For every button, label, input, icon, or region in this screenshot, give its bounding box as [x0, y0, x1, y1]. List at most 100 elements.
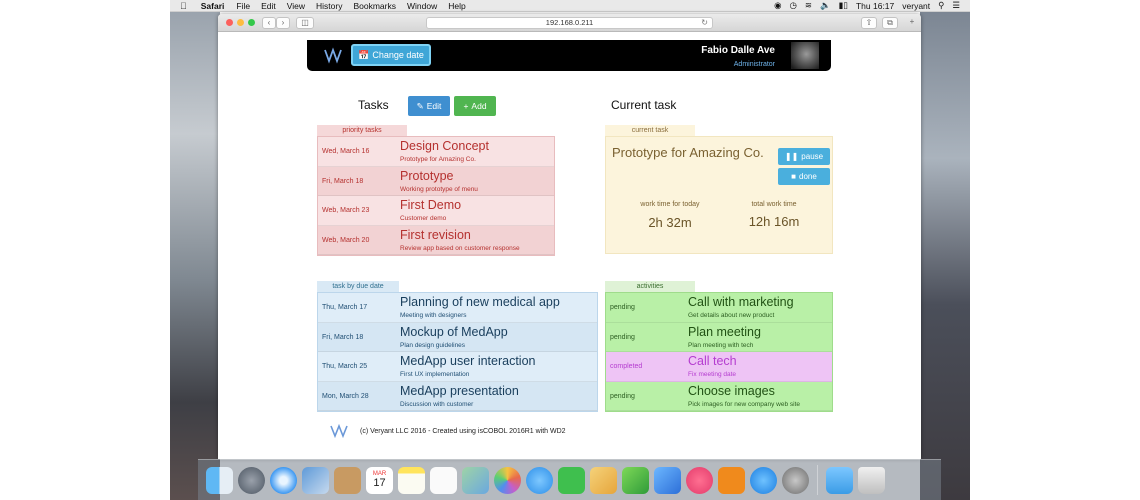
- downloads-folder-icon[interactable]: [826, 466, 853, 494]
- dock-separator: [817, 465, 818, 495]
- notes-icon[interactable]: [398, 466, 425, 494]
- task-date: Thu, March 17: [322, 304, 368, 311]
- task-title: Prototype: [400, 168, 454, 183]
- pages-icon[interactable]: [590, 466, 617, 494]
- task-date: Web, March 23: [322, 207, 370, 214]
- ibooks-icon[interactable]: [718, 466, 745, 494]
- finder-icon[interactable]: [206, 466, 233, 494]
- priority-task-row[interactable]: Fri, March 18 Prototype Working prototyp…: [318, 166, 554, 196]
- calendar-icon[interactable]: MAR 17: [366, 466, 393, 494]
- pause-button[interactable]: ❚❚ pause: [778, 148, 830, 165]
- zoom-window-button[interactable]: [248, 19, 255, 26]
- menu-app-name[interactable]: Safari: [201, 1, 225, 11]
- calendar-day: 17: [373, 477, 386, 489]
- maps-icon[interactable]: [462, 466, 489, 494]
- macos-dock: MAR 17: [198, 459, 941, 500]
- close-window-button[interactable]: [226, 19, 233, 26]
- menu-file[interactable]: File: [236, 1, 250, 11]
- app-store-icon[interactable]: [750, 466, 777, 494]
- task-title: MedApp presentation: [400, 383, 519, 398]
- clock-icon[interactable]: ◷: [789, 0, 796, 11]
- activity-row[interactable]: pending Call with marketing Get details …: [606, 293, 832, 323]
- reload-icon[interactable]: ↻: [701, 18, 708, 28]
- safari-window: ‹ › ◫ 192.168.0.211 ↻ ⇧ ⧉ + 📅 Change dat…: [218, 14, 921, 459]
- user-role: Administrator: [733, 61, 775, 68]
- avatar[interactable]: [791, 42, 819, 69]
- menubar-clock[interactable]: Thu 16:17: [856, 1, 894, 11]
- calendar-icon: 📅: [358, 49, 370, 60]
- tab-task-by-due-date[interactable]: task by due date: [317, 281, 399, 292]
- screen-record-icon[interactable]: ◉: [774, 0, 781, 11]
- task-date: Fri, March 18: [322, 333, 364, 341]
- apple-menu-icon[interactable]: : [180, 1, 187, 11]
- task-description: First UX implementation: [400, 371, 470, 378]
- menu-edit[interactable]: Edit: [261, 1, 276, 11]
- web-page: 📅 Change date Fabio Dalle Ave Administra…: [218, 32, 921, 459]
- share-button[interactable]: ⇧: [861, 17, 877, 29]
- due-task-row[interactable]: Fri, March 18 Mockup of MedApp Plan desi…: [318, 322, 597, 352]
- messages-icon[interactable]: [526, 466, 553, 494]
- due-task-row[interactable]: Thu, March 17 Planning of new medical ap…: [318, 293, 597, 323]
- spotlight-icon[interactable]: ⚲: [938, 0, 944, 11]
- mail-icon[interactable]: [302, 466, 329, 494]
- address-bar[interactable]: 192.168.0.211 ↻: [426, 17, 713, 29]
- activity-row[interactable]: pending Plan meeting Plan meeting with t…: [606, 322, 832, 352]
- activity-description: Get details about new product: [688, 312, 775, 319]
- due-task-row[interactable]: Mon, March 28 MedApp presentation Discus…: [318, 381, 597, 411]
- plus-icon: +: [463, 101, 469, 111]
- tab-current-task[interactable]: current task: [605, 125, 695, 136]
- task-date: Thu, March 25: [322, 363, 368, 370]
- current-task-title: Current task: [611, 98, 677, 112]
- task-description: Prototype for Amazing Co.: [400, 156, 476, 163]
- menu-view[interactable]: View: [287, 1, 305, 11]
- launchpad-icon[interactable]: [238, 466, 265, 494]
- wifi-icon[interactable]: ≋: [805, 0, 812, 11]
- forward-button[interactable]: ›: [276, 17, 290, 29]
- menubar-user[interactable]: veryant: [902, 1, 930, 11]
- desktop-wallpaper-left: [170, 12, 220, 500]
- priority-task-list: Wed, March 16 Design Concept Prototype f…: [317, 136, 555, 256]
- priority-task-row[interactable]: Wed, March 16 Design Concept Prototype f…: [318, 137, 554, 167]
- stop-icon: ■: [791, 172, 797, 181]
- priority-task-row[interactable]: Web, March 23 First Demo Customer demo: [318, 196, 554, 226]
- reminders-icon[interactable]: [430, 466, 457, 494]
- done-button[interactable]: ■ done: [778, 168, 830, 185]
- numbers-icon[interactable]: [622, 466, 649, 494]
- itunes-icon[interactable]: [686, 466, 713, 494]
- today-time-label: work time for today: [640, 201, 700, 208]
- tabs-icon: ⧉: [887, 18, 893, 27]
- notification-center-icon[interactable]: ☰: [952, 0, 960, 11]
- sidebar-toggle-button[interactable]: ◫: [296, 17, 314, 29]
- task-description: Meeting with designers: [400, 312, 467, 319]
- minimize-window-button[interactable]: [237, 19, 244, 26]
- contacts-icon[interactable]: [334, 466, 361, 494]
- plus-icon: +: [909, 17, 915, 26]
- volume-icon[interactable]: 🔈: [820, 0, 831, 11]
- tab-priority-tasks[interactable]: priority tasks: [317, 125, 407, 136]
- tab-activities[interactable]: activities: [605, 281, 695, 292]
- menu-window[interactable]: Window: [407, 1, 437, 11]
- add-button[interactable]: + Add: [454, 96, 496, 116]
- system-preferences-icon[interactable]: [782, 466, 809, 494]
- battery-icon[interactable]: ▮▯: [839, 0, 848, 11]
- task-title: First revision: [400, 227, 471, 242]
- change-date-button[interactable]: 📅 Change date: [351, 44, 431, 66]
- new-tab-button[interactable]: +: [905, 17, 919, 29]
- menu-history[interactable]: History: [316, 1, 342, 11]
- tabs-overview-button[interactable]: ⧉: [882, 17, 898, 29]
- back-button[interactable]: ‹: [262, 17, 276, 29]
- trash-icon[interactable]: [858, 466, 885, 494]
- safari-icon[interactable]: [270, 466, 297, 494]
- menu-bookmarks[interactable]: Bookmarks: [353, 1, 396, 11]
- activity-row[interactable]: pending Choose images Pick images for ne…: [606, 381, 832, 411]
- keynote-icon[interactable]: [654, 466, 681, 494]
- facetime-icon[interactable]: [558, 466, 585, 494]
- menu-help[interactable]: Help: [448, 1, 465, 11]
- activity-row[interactable]: completed Call tech Fix meeting date: [606, 352, 832, 382]
- pause-label: pause: [801, 152, 824, 161]
- task-date: Fri, March 18: [322, 177, 364, 185]
- edit-button[interactable]: ✎ Edit: [408, 96, 450, 116]
- due-task-row[interactable]: Thu, March 25 MedApp user interaction Fi…: [318, 352, 597, 382]
- priority-task-row[interactable]: Web, March 20 First revision Review app …: [318, 225, 554, 255]
- photos-icon[interactable]: [494, 466, 521, 494]
